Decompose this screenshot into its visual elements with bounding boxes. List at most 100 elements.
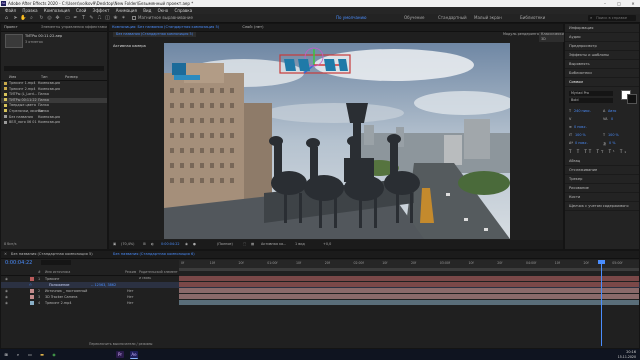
menu-file[interactable]: Файл — [5, 7, 16, 14]
workspace-standard[interactable]: Стандартный — [438, 15, 467, 21]
tab-effect-controls[interactable]: Элементы управления эффектами: Трекинг 2… — [41, 24, 107, 31]
rectangle-tool-icon[interactable]: ▭ — [64, 15, 71, 21]
menu-edit[interactable]: Правка — [22, 7, 37, 14]
panel-content-aware-fill[interactable]: Щелчок с учетом содержимого — [565, 202, 639, 211]
layer-bar[interactable] — [179, 288, 639, 293]
tsume-value[interactable]: 0 % — [609, 141, 615, 145]
layer-parent-select[interactable]: Нет — [127, 300, 134, 306]
workspace-libraries[interactable]: Библиотеки — [520, 15, 545, 21]
col-size[interactable]: Размер — [65, 74, 78, 80]
playhead-handle[interactable] — [598, 260, 605, 264]
timeline-tab-comp5[interactable]: Без названия (Стандартная композиция 5) — [11, 251, 93, 258]
brush-tool-icon[interactable]: ✎ — [88, 15, 95, 21]
close-button[interactable]: ✕ — [626, 0, 640, 7]
bpc-indicator[interactable]: 8 бит/к — [4, 242, 17, 246]
workspace-small-screen[interactable]: Малый экран — [474, 15, 502, 21]
panel-align[interactable]: Выровнять — [565, 60, 639, 69]
tab-composition[interactable]: Композиция: Без названия (Стандартная ко… — [112, 25, 219, 29]
comp-viewer[interactable] — [164, 43, 510, 239]
channel-icon[interactable]: ● — [193, 240, 196, 249]
faux-style-buttons[interactable]: T T TT Tт T¹ T₁ — [569, 149, 628, 154]
selection-tool-icon[interactable]: ➤ — [12, 15, 19, 21]
work-area-bar[interactable] — [179, 268, 639, 271]
stroke-color-swatch[interactable] — [627, 94, 637, 104]
minimize-button[interactable]: – — [598, 0, 612, 7]
menu-help[interactable]: Справка — [175, 7, 193, 14]
font-style-select[interactable]: Bold — [569, 98, 613, 103]
playhead[interactable] — [601, 260, 602, 346]
menu-view[interactable]: Вид — [143, 7, 151, 14]
stroke-width-value[interactable]: 0 пикс. — [574, 125, 587, 129]
layer-bar[interactable] — [179, 294, 639, 299]
menu-composition[interactable]: Композиция — [44, 7, 70, 14]
time-ruler[interactable]: 0f 10f 20f 01:00f 10f 20f 02:00f 10f 20f 03:00f 10… — [179, 260, 639, 268]
panel-libraries[interactable]: Библиотеки — [565, 69, 639, 78]
workspace-default[interactable]: По умолчанию — [336, 15, 367, 21]
exposure-value[interactable]: +0,0 — [323, 240, 331, 249]
panel-effects-presets[interactable]: Эффекты и шаблоны — [565, 51, 639, 60]
layer-name[interactable]: Трекинг 2.mp4 — [45, 300, 71, 306]
panel-paint[interactable]: Рисование — [565, 184, 639, 193]
roto-brush-tool-icon[interactable]: ❀ — [112, 15, 119, 21]
panel-tracker[interactable]: Трекер — [565, 175, 639, 184]
clock-time[interactable]: 20:16 — [610, 350, 636, 354]
project-search-input[interactable] — [4, 66, 104, 71]
timeline-search-input[interactable] — [41, 260, 71, 265]
snapshot-icon[interactable]: ◉ — [185, 240, 188, 249]
panel-info[interactable]: Информация — [565, 24, 639, 33]
grid-icon[interactable]: ⊞ — [143, 240, 146, 249]
menu-animation[interactable]: Анимация — [116, 7, 137, 14]
menu-window[interactable]: Окно — [158, 7, 169, 14]
label-color-swatch[interactable] — [30, 289, 34, 293]
type-tool-icon[interactable]: T — [80, 15, 87, 21]
clone-stamp-tool-icon[interactable]: ⎍ — [96, 15, 103, 21]
always-preview-icon[interactable]: ▣ — [113, 240, 116, 249]
col-name[interactable]: Имя — [9, 74, 16, 80]
snap-checkbox[interactable] — [132, 16, 136, 20]
current-time[interactable]: 0:00:04:22 — [161, 240, 180, 249]
after-effects-icon[interactable]: Ae — [130, 351, 138, 359]
rotate-tool-icon[interactable]: ↻ — [38, 15, 45, 21]
resolution-select[interactable]: (Полное) — [217, 240, 233, 249]
workspace-learn[interactable]: Обучение — [404, 15, 424, 21]
label-color-swatch[interactable] — [30, 295, 34, 299]
region-icon[interactable]: ⬚ — [243, 240, 246, 249]
panel-character[interactable]: Символ — [565, 78, 639, 87]
mask-icon[interactable]: ◐ — [151, 240, 154, 249]
camera-select[interactable]: Активная ка... — [261, 240, 286, 249]
layer-bar[interactable] — [179, 276, 639, 281]
pan-behind-tool-icon[interactable]: ✥ — [54, 15, 61, 21]
views-select[interactable]: 1 вид — [295, 240, 305, 249]
start-icon[interactable]: ⊞ — [2, 351, 10, 358]
visibility-eye-icon[interactable]: ◉ — [5, 300, 8, 306]
baseline-shift-value[interactable]: 0 пикс. — [575, 141, 588, 145]
menu-layer[interactable]: Слой — [76, 7, 86, 14]
puppet-tool-icon[interactable]: ✶ — [120, 15, 127, 21]
timeline-tab-comp6[interactable]: Без названия (Стандартная композиция 6) — [113, 251, 195, 258]
leading-value[interactable]: Авто — [608, 109, 616, 113]
comp-breadcrumb[interactable]: Без названия (Стандартная композиция 5) — [113, 32, 197, 37]
col-mode[interactable]: Режим — [125, 269, 136, 275]
panel-tracking[interactable]: Отслеживание — [565, 166, 639, 175]
transparency-grid-icon[interactable]: ▦ — [251, 240, 254, 249]
menu-effect[interactable]: Эффект — [93, 7, 110, 14]
font-size-value[interactable]: 240 пикс. — [574, 109, 591, 113]
maximize-button[interactable]: □ — [612, 0, 626, 7]
tracking-value[interactable]: 0 — [611, 117, 613, 121]
tab-layer[interactable]: Слой: (нет) — [242, 25, 263, 29]
col-type[interactable]: Тип — [41, 74, 48, 80]
camera-tool-icon[interactable]: ◎ — [46, 15, 53, 21]
label-color-swatch[interactable] — [30, 277, 34, 281]
zoom-tool-icon[interactable]: ⌕ — [28, 15, 35, 21]
panel-brushes[interactable]: Кисти — [565, 193, 639, 202]
premiere-icon[interactable]: Pr — [116, 351, 124, 358]
eraser-tool-icon[interactable]: ◫ — [104, 15, 111, 21]
panel-preview[interactable]: Предпросмотр — [565, 42, 639, 51]
close-tab-icon[interactable]: ✕ — [4, 251, 7, 258]
home-icon[interactable]: ⌂ — [3, 15, 10, 21]
pen-tool-icon[interactable]: ✒ — [72, 15, 79, 21]
font-family-select[interactable]: Myriad Pro — [569, 91, 613, 96]
col-source-name[interactable]: Имя источника — [45, 269, 70, 275]
hand-tool-icon[interactable]: ✋ — [20, 15, 27, 21]
clock-date[interactable]: 15.11.2020 — [606, 355, 636, 359]
